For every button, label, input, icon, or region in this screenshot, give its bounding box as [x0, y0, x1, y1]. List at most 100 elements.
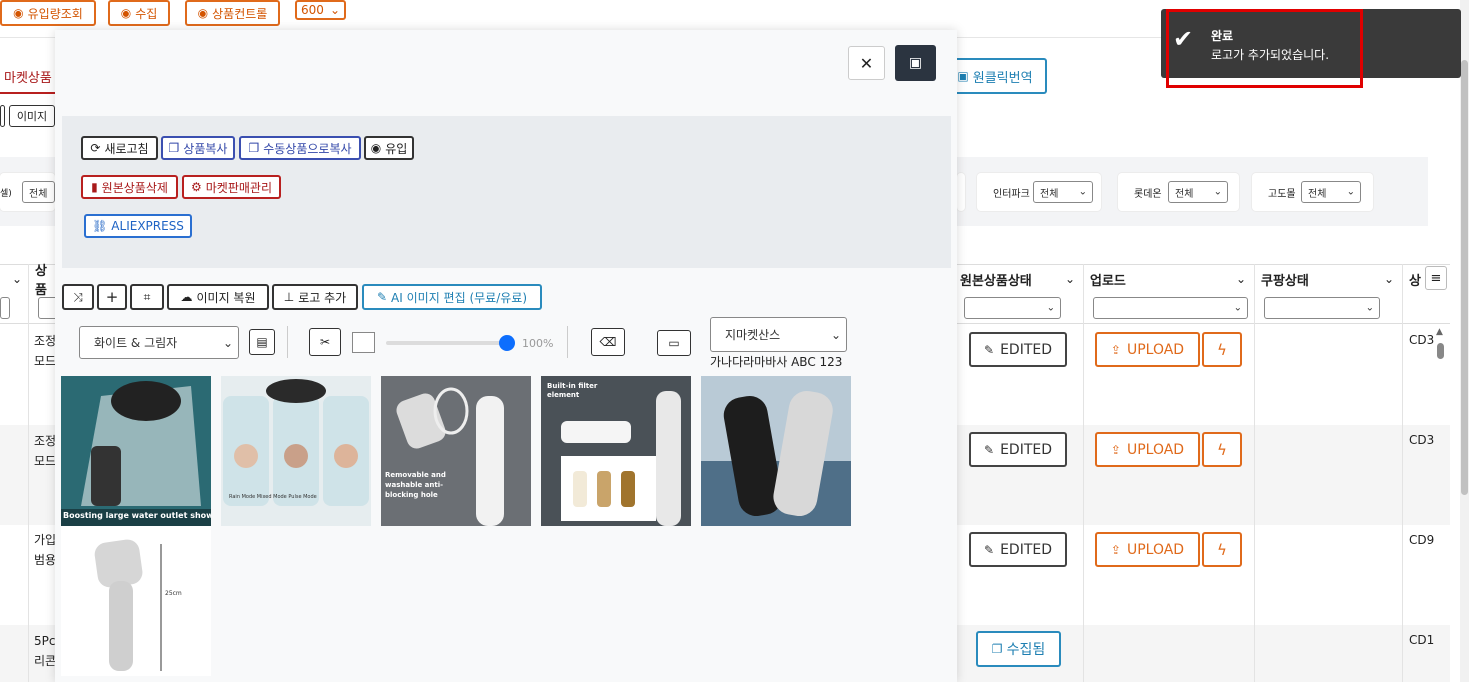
filter-godomall-select[interactable]: 전체 ⌄: [1301, 181, 1361, 203]
product-thumbnail-6[interactable]: 25cm: [61, 526, 211, 676]
opacity-slider[interactable]: [386, 335, 515, 351]
inflow-lookup-label: 유입량조회: [27, 6, 83, 21]
edited-status-button[interactable]: ✎ EDITED: [969, 532, 1067, 567]
crop-button[interactable]: ⌗: [130, 284, 164, 310]
scrollbar-thumb[interactable]: [1437, 343, 1444, 359]
add-image-button[interactable]: +: [97, 284, 127, 310]
opacity-slider-thumb[interactable]: [499, 335, 515, 351]
color-swatch[interactable]: [352, 332, 375, 353]
upload-icon: ⇪: [1110, 342, 1121, 357]
add-logo-button[interactable]: ⊥ 로고 추가: [272, 284, 358, 310]
font-select[interactable]: 지마켓산스 ⌄: [710, 317, 847, 352]
close-icon: ✕: [859, 53, 874, 73]
bolt-icon: ϟ: [1217, 540, 1227, 559]
background-apply-button[interactable]: ▤: [249, 329, 275, 355]
toolbar-separator: [567, 326, 568, 358]
row1-name: 조정 모드: [34, 334, 57, 368]
col-divider: [1402, 264, 1403, 682]
edit-icon: ✎: [984, 542, 995, 557]
plus-icon: +: [105, 288, 119, 306]
filter-original-status-select[interactable]: ⌄: [964, 297, 1061, 319]
page-scrollbar-thumb[interactable]: [1461, 60, 1468, 495]
row3-name: 가입 범용: [34, 533, 57, 567]
market-products-tab[interactable]: 마켓상품: [0, 60, 56, 94]
product-thumbnail-4[interactable]: Built-in filter element: [541, 376, 691, 526]
quick-upload-button[interactable]: ϟ: [1202, 332, 1242, 367]
filter-coupang-select[interactable]: ⌄: [1264, 297, 1380, 319]
save-icon: ▣: [908, 55, 923, 71]
aliexpress-link-button[interactable]: ⛓ ALIEXPRESS: [84, 214, 192, 238]
shuffle-button[interactable]: ⤨: [62, 284, 94, 310]
product-thumbnail-3[interactable]: Removable and washable anti-blocking hol…: [381, 376, 531, 526]
product-control-button[interactable]: ◉ 상품컨트롤: [185, 0, 280, 26]
cut-button[interactable]: ✂: [309, 328, 341, 356]
cloud-download-icon: ☁: [180, 290, 193, 304]
exploded-view-photo-icon: [381, 376, 531, 526]
filter-lotteon-select[interactable]: 전체 ⌄: [1168, 181, 1228, 203]
upload-icon: ⇪: [1110, 442, 1121, 457]
filter-upload-select[interactable]: ⌄: [1093, 297, 1248, 319]
restore-image-button[interactable]: ☁ 이미지 복원: [167, 284, 269, 310]
product-thumbnail-1[interactable]: Boosting large water outlet showerhead: [61, 376, 211, 526]
ai-image-edit-button[interactable]: ✎ AI 이미지 편집 (무료/유료): [362, 284, 542, 310]
refresh-button[interactable]: ⟳ 새로고침: [81, 136, 158, 160]
pencil-icon: ✎: [376, 290, 388, 304]
chevron-down-icon: ⌄: [830, 327, 841, 342]
image-chip[interactable]: 이미지: [9, 105, 55, 127]
inflow-button[interactable]: ◉ 유입: [364, 136, 414, 160]
text-overlay-button[interactable]: ▭: [657, 330, 691, 356]
stamp-icon: ⊥: [283, 290, 295, 304]
modal-save-button[interactable]: ▣: [895, 45, 936, 81]
product-thumbnail-5[interactable]: [701, 376, 851, 526]
chevron-down-icon: ⌄: [11, 272, 22, 286]
copy-product-button[interactable]: ❐ 상품복사: [161, 136, 235, 160]
background-style-select[interactable]: 화이트 & 그림자 ⌄: [79, 326, 239, 359]
copy-icon: ❐: [248, 141, 260, 155]
oneclick-translate-button[interactable]: ▣ 원클릭번역: [943, 58, 1047, 94]
edit-icon: ✎: [984, 442, 995, 457]
filter-interpark: 인터파크 전체 ⌄: [977, 173, 1101, 211]
eye-icon: ◉: [370, 141, 382, 155]
delete-original-button[interactable]: ▮ 원본상품삭제: [81, 175, 178, 199]
inflow-lookup-button[interactable]: ◉ 유입량조회: [0, 0, 96, 26]
upload-button[interactable]: ⇪ UPLOAD: [1095, 332, 1200, 367]
eraser-button[interactable]: ⌫: [591, 328, 625, 356]
page-scrollbar[interactable]: [1460, 0, 1469, 682]
chevron-down-icon: ⌄: [1346, 186, 1355, 198]
upload-icon: ⇪: [1110, 542, 1121, 557]
col-upload[interactable]: 업로드 ⌄: [1083, 264, 1254, 294]
col-product[interactable]: 상품: [28, 264, 58, 298]
column-menu-button[interactable]: ≡: [1425, 266, 1447, 290]
page-size-select[interactable]: 600 ⌄: [295, 0, 346, 20]
filter-left-select[interactable]: 전체: [22, 181, 55, 203]
collected-button[interactable]: ❐ 수집됨: [976, 631, 1061, 667]
row1-code: CD3: [1409, 333, 1435, 347]
filter-godomall: 고도몰 전체 ⌄: [1252, 173, 1373, 211]
thumbnail-caption: Boosting large water outlet showerhead: [63, 511, 211, 520]
col-original-status[interactable]: 원본상품상태 ⌄: [953, 264, 1083, 294]
modal-close-button[interactable]: ✕: [848, 46, 885, 80]
filter-card-edge: [957, 173, 965, 211]
market-sales-button[interactable]: ⚙ 마켓판매관리: [182, 175, 281, 199]
filter-col-check-select[interactable]: [0, 297, 10, 319]
col-coupang-status[interactable]: 쿠팡상태 ⌄: [1254, 264, 1402, 294]
calendar-icon: ▤: [256, 335, 268, 349]
col-check[interactable]: ⌄: [0, 264, 28, 294]
upload-button[interactable]: ⇪ UPLOAD: [1095, 432, 1200, 467]
filter-lotteon: 롯데온 전체 ⌄: [1118, 173, 1239, 211]
thumbnail-caption: 25cm: [165, 590, 182, 597]
text-box-icon: ▭: [668, 336, 680, 350]
edited-status-button[interactable]: ✎ EDITED: [969, 432, 1067, 467]
table-scrollbar[interactable]: ▲: [1433, 325, 1447, 525]
product-thumbnail-2[interactable]: Rain Mode Mixed Mode Pulse Mode: [221, 376, 371, 526]
quick-upload-button[interactable]: ϟ: [1202, 532, 1242, 567]
edit-icon: ✎: [984, 342, 995, 357]
upload-button[interactable]: ⇪ UPLOAD: [1095, 532, 1200, 567]
edited-status-button[interactable]: ✎ EDITED: [969, 332, 1067, 367]
filter-interpark-select[interactable]: 전체 ⌄: [1033, 181, 1093, 203]
copy-to-manual-button[interactable]: ❐ 수동상품으로복사: [239, 136, 361, 160]
quick-upload-button[interactable]: ϟ: [1202, 432, 1242, 467]
left-small-chip[interactable]: [0, 105, 5, 127]
collect-button[interactable]: ◉ 수집: [108, 0, 170, 26]
showerhead-photo-icon: [61, 376, 211, 526]
